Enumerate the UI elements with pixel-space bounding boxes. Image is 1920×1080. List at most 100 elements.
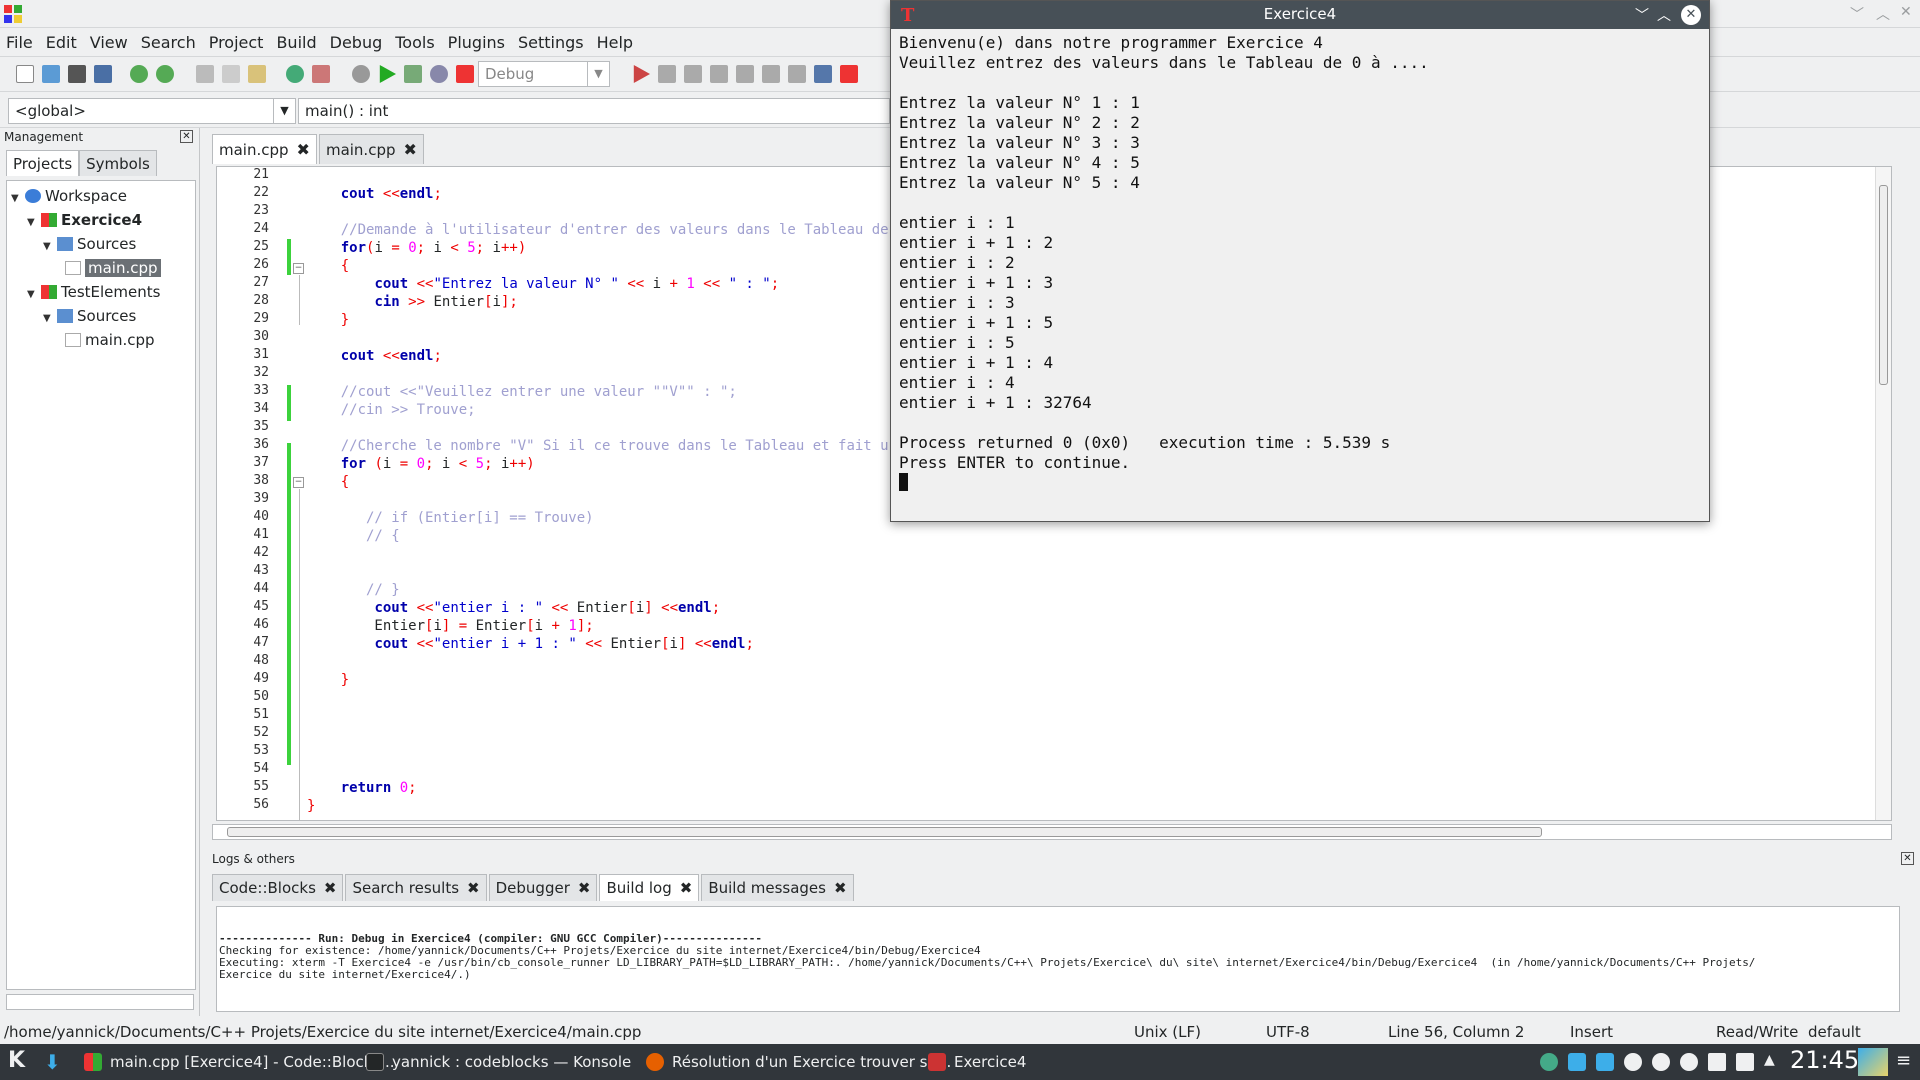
minimize-icon[interactable]: ﹀ xyxy=(1635,5,1649,25)
close-tab-icon[interactable]: ✖ xyxy=(324,879,337,897)
task-console[interactable]: Exercice4 xyxy=(928,1044,1026,1080)
close-tab-icon[interactable]: ✖ xyxy=(404,140,417,159)
save-icon[interactable] xyxy=(68,65,86,83)
expand-icon[interactable]: ▼ xyxy=(11,188,25,210)
volume-icon[interactable] xyxy=(1680,1053,1698,1071)
application-launcher-icon[interactable]: K xyxy=(8,1048,25,1073)
code-line[interactable]: { xyxy=(307,257,349,275)
menu-plugins[interactable]: Plugins xyxy=(448,33,505,52)
expand-icon[interactable]: ▼ xyxy=(43,308,57,330)
stop-debug-icon[interactable] xyxy=(840,65,858,83)
replace-icon[interactable] xyxy=(312,65,330,83)
code-line[interactable]: cout <<"entier i : " << Entier[i] <<endl… xyxy=(307,599,720,617)
clock[interactable]: 21:45 xyxy=(1790,1046,1859,1074)
function-select[interactable]: main() : int xyxy=(298,98,890,124)
tab-codeblocks-log[interactable]: Code::Blocks ✖ xyxy=(212,874,344,901)
expand-icon[interactable]: ▼ xyxy=(27,212,41,234)
code-line[interactable]: Entier[i] = Entier[i + 1]; xyxy=(307,617,593,635)
copy-icon[interactable] xyxy=(222,65,240,83)
code-line[interactable]: cout <<"Entrez la valeur N° " << i + 1 <… xyxy=(307,275,779,293)
close-tab-icon[interactable]: ✖ xyxy=(297,140,310,159)
scope-select[interactable]: <global> ▼ xyxy=(8,98,296,124)
run-to-cursor-icon[interactable] xyxy=(658,65,676,83)
code-line[interactable]: //Cherche le nombre "V" Si il ce trouve … xyxy=(307,437,923,455)
code-line[interactable]: cout <<"entier i + 1 : " << Entier[i] <<… xyxy=(307,635,753,653)
find-icon[interactable] xyxy=(286,65,304,83)
display-icon[interactable] xyxy=(1596,1053,1614,1071)
build-run-icon[interactable] xyxy=(404,65,422,83)
debug-run-icon[interactable] xyxy=(633,65,650,83)
new-file-icon[interactable] xyxy=(16,65,34,83)
code-line[interactable]: // } xyxy=(307,581,400,599)
step-into-icon[interactable] xyxy=(710,65,728,83)
tab-build-messages[interactable]: Build messages ✖ xyxy=(701,874,854,901)
code-line[interactable]: for (i = 0; i < 5; i++) xyxy=(307,455,535,473)
step-instruction-icon[interactable] xyxy=(788,65,806,83)
menu-tools[interactable]: Tools xyxy=(395,33,434,52)
chrome-icon[interactable] xyxy=(1540,1053,1558,1071)
paste-icon[interactable] xyxy=(248,65,266,83)
close-panel-icon[interactable]: ✕ xyxy=(1901,852,1914,865)
menu-edit[interactable]: Edit xyxy=(46,33,77,52)
console-window[interactable]: T Exercice4 ﹀ ︿ ✕ Bienvenu(e) dans notre… xyxy=(890,0,1710,522)
update-icon[interactable] xyxy=(1624,1053,1642,1071)
code-line[interactable]: cout <<endl; xyxy=(307,185,442,203)
menu-search[interactable]: Search xyxy=(141,33,196,52)
tree-node-project[interactable]: ▼ TestElements xyxy=(27,281,160,303)
close-icon[interactable]: ✕ xyxy=(1681,5,1701,25)
code-line[interactable]: cin >> Entier[i]; xyxy=(307,293,517,311)
tree-horizontal-scrollbar[interactable] xyxy=(6,994,194,1010)
expand-icon[interactable]: ▼ xyxy=(43,236,57,258)
open-icon[interactable] xyxy=(42,65,60,83)
save-all-icon[interactable] xyxy=(94,65,112,83)
close-tab-icon[interactable]: ✖ xyxy=(834,879,847,897)
download-icon[interactable]: ⬇ xyxy=(44,1050,61,1074)
minimize-icon[interactable]: ﹀ xyxy=(1850,4,1864,24)
task-konsole[interactable]: yannick : codeblocks — Konsole xyxy=(366,1044,631,1080)
code-line[interactable]: // { xyxy=(307,527,400,545)
code-line[interactable]: } xyxy=(307,311,349,329)
run-icon[interactable] xyxy=(379,65,396,83)
code-line[interactable]: //cout <<"Veuillez entrer une valeur ""V… xyxy=(307,383,737,401)
tray-expand-icon[interactable]: ▲ xyxy=(1764,1052,1775,1068)
code-line[interactable]: for(i = 0; i < 5; i++) xyxy=(307,239,527,257)
console-titlebar[interactable]: T Exercice4 ﹀ ︿ ✕ xyxy=(891,1,1709,29)
tab-symbols[interactable]: Symbols xyxy=(79,150,157,176)
close-tab-icon[interactable]: ✖ xyxy=(467,879,480,897)
redo-icon[interactable] xyxy=(156,65,174,83)
code-line[interactable]: //cin >> Trouve; xyxy=(307,401,476,419)
tree-node-folder[interactable]: ▼ Sources xyxy=(43,305,136,327)
tab-build-log[interactable]: Build log ✖ xyxy=(599,874,700,901)
tab-projects[interactable]: Projects xyxy=(6,150,80,176)
maximize-icon[interactable]: ︿ xyxy=(1657,5,1671,25)
tree-node-workspace[interactable]: ▼ Workspace xyxy=(11,185,127,207)
menu-settings[interactable]: Settings xyxy=(518,33,584,52)
tree-node-project[interactable]: ▼ Exercice4 xyxy=(27,209,142,231)
tree-node-file[interactable]: main.cpp xyxy=(65,257,161,279)
tab-debugger[interactable]: Debugger ✖ xyxy=(488,874,598,901)
editor-horizontal-scrollbar[interactable] xyxy=(212,824,1892,840)
menu-help[interactable]: Help xyxy=(597,33,633,52)
code-line[interactable]: //Demande à l'utilisateur d'entrer des v… xyxy=(307,221,923,239)
tab-search-results[interactable]: Search results ✖ xyxy=(345,874,487,901)
close-tab-icon[interactable]: ✖ xyxy=(578,879,591,897)
undo-icon[interactable] xyxy=(130,65,148,83)
rebuild-icon[interactable] xyxy=(430,65,448,83)
task-firefox[interactable]: Résolution d'un Exercice trouver su... xyxy=(646,1044,951,1080)
code-line[interactable]: return 0; xyxy=(307,779,417,797)
close-icon[interactable]: ✕ xyxy=(1900,4,1912,20)
tree-node-file[interactable]: main.cpp xyxy=(65,329,155,351)
menu-icon[interactable]: ≡ xyxy=(1896,1050,1911,1071)
fold-toggle-icon[interactable]: − xyxy=(293,477,304,488)
code-line[interactable]: } xyxy=(307,797,315,815)
editor-vertical-scrollbar[interactable] xyxy=(1875,167,1891,820)
menu-build[interactable]: Build xyxy=(276,33,316,52)
menu-file[interactable]: File xyxy=(6,33,33,52)
code-line[interactable]: } xyxy=(307,671,349,689)
menu-debug[interactable]: Debug xyxy=(330,33,383,52)
wifi-icon[interactable] xyxy=(1652,1053,1670,1071)
next-instruction-icon[interactable] xyxy=(762,65,780,83)
close-panel-icon[interactable]: ✕ xyxy=(180,130,193,143)
editor-tab[interactable]: main.cpp ✖ xyxy=(212,134,317,164)
editor-tab[interactable]: main.cpp ✖ xyxy=(318,134,424,164)
